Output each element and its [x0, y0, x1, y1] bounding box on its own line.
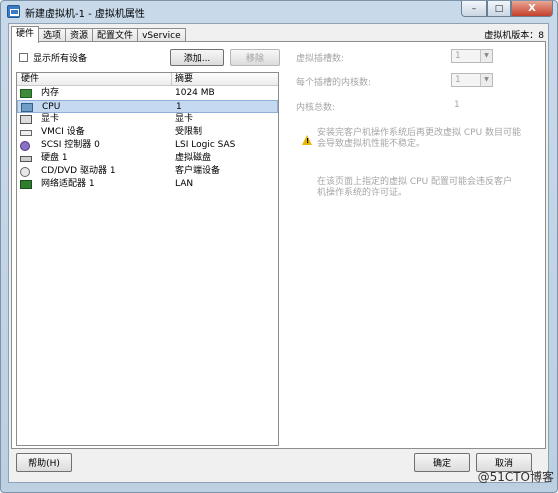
table-row[interactable]: 显卡 显卡: [17, 113, 278, 126]
row-name: SCSI 控制器 0: [41, 140, 100, 150]
dialog-client-area: 硬件 选项 资源 配置文件 vService 虚拟机版本：8 显示所有设备 添加…: [8, 23, 549, 483]
tab-bar: 硬件 选项 资源 配置文件 vService: [11, 26, 186, 43]
license-info-text: 在该页面上指定的虚拟 CPU 配置可能会违反客户 机操作系统的许可证。: [317, 177, 512, 199]
row-summary: 客户端设备: [175, 166, 221, 176]
row-name: 网络适配器 1: [41, 179, 95, 189]
maximize-button[interactable]: □: [487, 1, 511, 17]
row-name: VMCI 设备: [41, 127, 85, 137]
vm-properties-window: 新建虚拟机-1 - 虚拟机属性 – □ X 硬件 选项 资源 配置文件 vSer…: [0, 0, 558, 493]
window-controls: – □ X: [461, 1, 553, 17]
table-row[interactable]: SCSI 控制器 0 LSI Logic SAS: [17, 139, 278, 152]
table-row[interactable]: CPU 1: [17, 100, 278, 113]
hardware-list-header: 硬件 摘要: [17, 73, 278, 86]
close-button[interactable]: X: [511, 1, 553, 17]
info-line: 机操作系统的许可证。: [317, 188, 408, 198]
cores-value: 1: [455, 75, 461, 85]
table-row[interactable]: VMCI 设备 受限制: [17, 126, 278, 139]
watermark: @51CTO博客: [477, 470, 554, 484]
warning-icon: [302, 135, 312, 145]
warning-line: 安装完客户机操作系统后再更改虚拟 CPU 数目可能: [317, 128, 522, 138]
video-card-icon: [20, 115, 32, 124]
row-name: 显卡: [41, 114, 60, 124]
sockets-label: 虚拟插槽数:: [296, 54, 345, 64]
warning-line: 会导致虚拟机性能不稳定。: [317, 139, 426, 149]
memory-icon: [20, 89, 32, 98]
row-name: 硬盘 1: [41, 153, 68, 163]
vm-version-label: 虚拟机版本：8: [484, 31, 544, 41]
row-summary: 受限制: [175, 127, 203, 137]
column-header-hardware[interactable]: 硬件: [21, 73, 39, 85]
minimize-button[interactable]: –: [461, 1, 487, 17]
total-cores-label: 内核总数:: [296, 103, 336, 113]
hard-disk-icon: [20, 156, 32, 162]
chevron-down-icon: ▼: [480, 50, 492, 62]
scsi-icon: [20, 141, 30, 151]
row-summary: 虚拟磁盘: [175, 153, 212, 163]
show-all-devices-checkbox[interactable]: 显示所有设备: [19, 51, 87, 64]
warning-text: 安装完客户机操作系统后再更改虚拟 CPU 数目可能 会导致虚拟机性能不稳定。: [317, 128, 521, 150]
tab-hardware[interactable]: 硬件: [11, 26, 40, 43]
row-name: CD/DVD 驱动器 1: [41, 166, 116, 176]
table-row[interactable]: 内存 1024 MB: [17, 87, 278, 100]
total-cores-value: 1: [454, 100, 460, 110]
cores-per-socket-label: 每个插槽的内核数:: [296, 78, 372, 88]
remove-button[interactable]: 移除: [230, 49, 280, 66]
row-summary: 显卡: [175, 114, 194, 124]
sockets-dropdown[interactable]: 1 ▼: [451, 49, 493, 63]
ok-button[interactable]: 确定: [414, 453, 470, 472]
row-name: 内存: [41, 88, 60, 98]
show-all-devices-label: 显示所有设备: [33, 54, 88, 64]
table-row[interactable]: 硬盘 1 虚拟磁盘: [17, 152, 278, 165]
sockets-value: 1: [455, 51, 461, 61]
vm-app-icon: [7, 5, 20, 18]
cores-per-socket-dropdown[interactable]: 1 ▼: [451, 73, 493, 87]
column-header-summary[interactable]: 摘要: [175, 73, 193, 85]
window-title: 新建虚拟机-1 - 虚拟机属性: [25, 9, 145, 20]
info-line: 在该页面上指定的虚拟 CPU 配置可能会违反客户: [317, 177, 513, 187]
hardware-list: 硬件 摘要 内存 1024 MB CPU 1 显卡 显卡 VMCI 设备 受限制…: [16, 72, 279, 446]
title-bar[interactable]: 新建虚拟机-1 - 虚拟机属性 – □ X: [1, 1, 557, 23]
help-button[interactable]: 帮助(H): [16, 453, 72, 472]
row-summary: LAN: [175, 179, 194, 189]
cd-dvd-icon: [20, 167, 30, 177]
vmci-icon: [20, 130, 32, 136]
checkbox-box[interactable]: [19, 53, 28, 62]
column-separator: [171, 73, 172, 85]
row-summary: LSI Logic SAS: [175, 140, 236, 150]
table-row[interactable]: CD/DVD 驱动器 1 客户端设备: [17, 165, 278, 178]
table-row[interactable]: 网络适配器 1 LAN: [17, 178, 278, 191]
hardware-tab-panel: 显示所有设备 添加... 移除 硬件 摘要 内存 1024 MB CPU 1 显…: [11, 41, 546, 449]
cpu-icon: [21, 103, 33, 112]
row-summary: 1024 MB: [175, 88, 215, 98]
cpu-settings-panel: 虚拟插槽数: 1 ▼ 每个插槽的内核数: 1 ▼ 内核总数: 1 安装完客户机操…: [286, 42, 546, 442]
network-adapter-icon: [20, 180, 32, 189]
chevron-down-icon: ▼: [480, 74, 492, 86]
add-button[interactable]: 添加...: [170, 49, 224, 66]
